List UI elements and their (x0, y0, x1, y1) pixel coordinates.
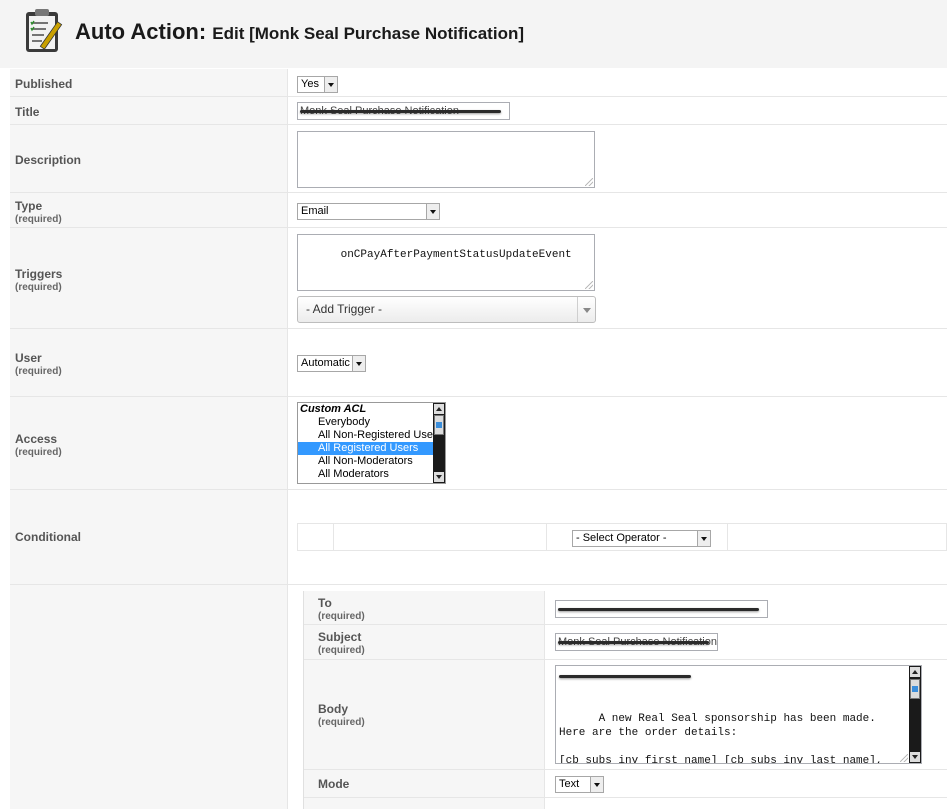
mode-row: Mode Text (304, 770, 947, 798)
label-cell (10, 585, 288, 809)
to-label: To (required) (318, 596, 365, 622)
mode-value: Text (559, 778, 580, 790)
access-label: Access (required) (15, 432, 62, 458)
add-trigger-placeholder: - Add Trigger - (306, 302, 383, 316)
user-label: User (required) (15, 351, 62, 377)
page-title-main: Auto Action: (75, 19, 207, 44)
redaction-mark (558, 641, 709, 644)
access-listbox[interactable]: Custom ACL Everybody All Non-Registered … (297, 402, 446, 484)
access-option[interactable]: All Non-Registered Users (298, 429, 445, 442)
title-input[interactable]: Monk Seal Purchase Notification (297, 102, 510, 120)
published-label: Published (15, 77, 73, 91)
redaction-mark (558, 608, 759, 611)
label-cell (304, 798, 545, 809)
redaction-mark (300, 110, 501, 113)
subject-input[interactable]: Monk Seal Purchase Notification (555, 633, 718, 651)
triggers-value: onCPayAfterPaymentStatusUpdateEvent (340, 249, 572, 261)
body-value: A new Real Seal sponsorship has been mad… (559, 713, 883, 764)
triggers-label: Triggers (required) (15, 267, 62, 293)
title-label: Title (15, 105, 40, 119)
title-row: Title Monk Seal Purchase Notification (10, 97, 947, 125)
access-scrollbar[interactable] (433, 403, 445, 483)
next-row (304, 798, 947, 809)
conditional-label: Conditional (15, 530, 81, 544)
required-note: (required) (15, 214, 62, 225)
access-group-label: Custom ACL (300, 403, 367, 415)
scroll-thumb[interactable] (910, 679, 920, 699)
label-cell (10, 97, 288, 124)
scroll-thumb[interactable] (434, 415, 444, 435)
scroll-up-icon[interactable] (434, 404, 444, 414)
clipboard-edit-icon (26, 9, 63, 52)
required-note: (required) (15, 366, 62, 377)
triggers-label-text: Triggers (15, 267, 63, 281)
required-note: (required) (318, 611, 365, 622)
email-settings-table: To (required) Subject (required) Monk Se… (303, 591, 947, 809)
user-label-text: User (15, 351, 42, 365)
description-label: Description (15, 153, 82, 167)
access-option-selected[interactable]: All Registered Users (298, 442, 445, 455)
user-row: User (required) Automatic (10, 329, 947, 397)
resize-grip-icon[interactable] (585, 281, 593, 289)
chevron-down-icon (324, 77, 337, 92)
subject-label-text: Subject (318, 630, 362, 644)
body-scrollbar[interactable] (909, 666, 921, 763)
to-label-text: To (318, 596, 332, 610)
scroll-down-icon[interactable] (910, 752, 920, 762)
user-value: Automatic (301, 357, 350, 369)
required-note: (required) (15, 282, 62, 293)
to-row: To (required) (304, 591, 947, 625)
triggers-textarea[interactable]: onCPayAfterPaymentStatusUpdateEvent (297, 234, 595, 291)
condition-cell (334, 524, 547, 550)
subject-label: Subject (required) (318, 630, 365, 656)
chevron-down-icon (426, 204, 439, 219)
published-select[interactable]: Yes (297, 76, 338, 93)
required-note: (required) (15, 447, 62, 458)
body-row: Body (required) A new Real Seal sponsors… (304, 660, 947, 770)
type-label-text: Type (15, 199, 43, 213)
access-row: Access (required) Custom ACL Everybody A… (10, 397, 947, 490)
conditional-row: Conditional - Select Operator - (10, 490, 947, 585)
redaction-mark (559, 675, 691, 678)
access-option[interactable]: All Moderators (298, 468, 445, 481)
operator-select[interactable]: - Select Operator - (572, 530, 711, 547)
body-textarea[interactable]: A new Real Seal sponsorship has been mad… (555, 665, 922, 764)
subject-row: Subject (required) Monk Seal Purchase No… (304, 625, 947, 660)
required-note: (required) (318, 645, 365, 656)
required-note: (required) (318, 717, 365, 728)
type-row: Type (required) Email (10, 193, 947, 228)
mode-label: Mode (318, 777, 350, 791)
access-option[interactable]: All Non-Moderators (298, 455, 445, 468)
access-label-text: Access (15, 432, 58, 446)
page-title-sub: Edit [Monk Seal Purchase Notification] (212, 24, 524, 43)
chevron-down-icon (577, 297, 595, 322)
type-select[interactable]: Email (297, 203, 440, 220)
page-header: Auto Action: Edit [Monk Seal Purchase No… (0, 0, 947, 68)
chevron-down-icon (590, 777, 603, 792)
type-label: Type (required) (15, 199, 62, 225)
body-label: Body (required) (318, 702, 365, 728)
resize-grip-icon[interactable] (900, 754, 908, 762)
condition-cell (298, 524, 334, 550)
conditional-table: - Select Operator - (297, 523, 947, 551)
description-textarea[interactable] (297, 131, 595, 188)
description-row: Description (10, 125, 947, 193)
scroll-up-icon[interactable] (910, 667, 920, 677)
scroll-down-icon[interactable] (434, 472, 444, 482)
chevron-down-icon (697, 531, 710, 546)
mode-select[interactable]: Text (555, 776, 604, 793)
body-label-text: Body (318, 702, 348, 716)
published-row: Published Yes (10, 69, 947, 97)
access-option[interactable]: Everybody (298, 416, 445, 429)
published-value: Yes (301, 78, 319, 90)
user-select[interactable]: Automatic (297, 355, 366, 372)
page-title: Auto Action: Edit [Monk Seal Purchase No… (75, 19, 524, 45)
add-trigger-select[interactable]: - Add Trigger - (297, 296, 596, 323)
type-value: Email (301, 205, 329, 217)
to-input[interactable] (555, 600, 768, 618)
triggers-row: Triggers (required) onCPayAfterPaymentSt… (10, 228, 947, 329)
operator-placeholder: - Select Operator - (576, 532, 667, 544)
chevron-down-icon (352, 356, 365, 371)
resize-grip-icon[interactable] (585, 178, 593, 186)
